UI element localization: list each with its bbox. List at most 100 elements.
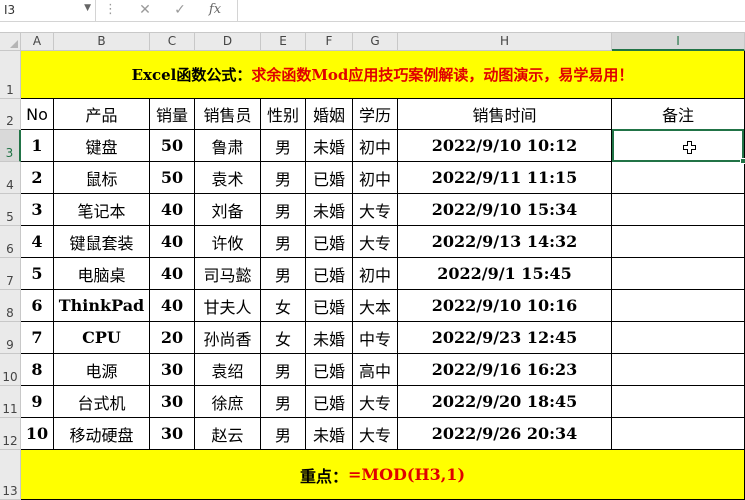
cell-product[interactable]: 电脑桌 xyxy=(54,258,150,290)
row-header-3[interactable]: 3 xyxy=(0,130,21,162)
cell-no[interactable]: 1 xyxy=(21,130,54,162)
cell-gender[interactable]: 男 xyxy=(261,418,306,450)
cell-gender[interactable]: 男 xyxy=(261,194,306,226)
enter-icon[interactable]: ✓ xyxy=(171,0,189,21)
row-header-5[interactable]: 5 xyxy=(0,194,21,226)
cell-education[interactable]: 大专 xyxy=(353,418,398,450)
row-header-9[interactable]: 9 xyxy=(0,322,21,354)
cell-no[interactable]: 8 xyxy=(21,354,54,386)
cell-product[interactable]: 键鼠套装 xyxy=(54,226,150,258)
cell-product[interactable]: 电源 xyxy=(54,354,150,386)
cell-salesperson[interactable]: 司马懿 xyxy=(195,258,261,290)
row-header-7[interactable]: 7 xyxy=(0,258,21,290)
more-options-icon[interactable]: ⋮ xyxy=(104,0,117,21)
cell-sale-time[interactable]: 2022/9/20 18:45 xyxy=(398,386,612,418)
cell-remark[interactable] xyxy=(612,162,745,194)
cell-no[interactable]: 9 xyxy=(21,386,54,418)
cell-quantity[interactable]: 30 xyxy=(150,354,195,386)
cell-quantity[interactable]: 50 xyxy=(150,130,195,162)
cell-education[interactable]: 大专 xyxy=(353,226,398,258)
cell-marital[interactable]: 未婚 xyxy=(306,418,353,450)
cell-sale-time[interactable]: 2022/9/16 16:23 xyxy=(398,354,612,386)
cell-remark[interactable] xyxy=(612,290,745,322)
cell-salesperson[interactable]: 刘备 xyxy=(195,194,261,226)
cell-salesperson[interactable]: 赵云 xyxy=(195,418,261,450)
header-cell-salesperson[interactable]: 销售员 xyxy=(195,99,261,130)
cell-no[interactable]: 5 xyxy=(21,258,54,290)
cell-no[interactable]: 3 xyxy=(21,194,54,226)
row-header-8[interactable]: 8 xyxy=(0,290,21,322)
row-header-2[interactable]: 2 xyxy=(0,99,21,130)
insert-function-icon[interactable]: fx xyxy=(205,0,225,21)
cell-salesperson[interactable]: 袁术 xyxy=(195,162,261,194)
cell-product[interactable]: ThinkPad xyxy=(54,290,150,322)
column-header-c[interactable]: C xyxy=(150,33,195,51)
cell-marital[interactable]: 未婚 xyxy=(306,130,353,162)
column-header-d[interactable]: D xyxy=(195,33,261,51)
cell-product[interactable]: 笔记本 xyxy=(54,194,150,226)
header-cell-marital[interactable]: 婚姻 xyxy=(306,99,353,130)
cell-sale-time[interactable]: 2022/9/26 20:34 xyxy=(398,418,612,450)
cell-salesperson[interactable]: 许攸 xyxy=(195,226,261,258)
cell-no[interactable]: 6 xyxy=(21,290,54,322)
row-header-11[interactable]: 11 xyxy=(0,386,21,418)
column-header-h[interactable]: H xyxy=(398,33,612,51)
cell-remark[interactable] xyxy=(612,226,745,258)
cell-salesperson[interactable]: 徐庶 xyxy=(195,386,261,418)
header-cell-gender[interactable]: 性别 xyxy=(261,99,306,130)
cell-quantity[interactable]: 20 xyxy=(150,322,195,354)
cell-product[interactable]: 键盘 xyxy=(54,130,150,162)
cell-education[interactable]: 初中 xyxy=(353,130,398,162)
cell-sale-time[interactable]: 2022/9/10 10:16 xyxy=(398,290,612,322)
cell-product[interactable]: 鼠标 xyxy=(54,162,150,194)
cell-quantity[interactable]: 40 xyxy=(150,194,195,226)
cell-gender[interactable]: 男 xyxy=(261,258,306,290)
header-cell-sale-time[interactable]: 销售时间 xyxy=(398,99,612,130)
cell-education[interactable]: 大专 xyxy=(353,386,398,418)
formula-input[interactable] xyxy=(237,0,745,21)
cell-marital[interactable]: 已婚 xyxy=(306,162,353,194)
cell-quantity[interactable]: 30 xyxy=(150,386,195,418)
column-header-a[interactable]: A xyxy=(21,33,54,51)
cell-salesperson[interactable]: 甘夫人 xyxy=(195,290,261,322)
cell-quantity[interactable]: 50 xyxy=(150,162,195,194)
header-cell-product[interactable]: 产品 xyxy=(54,99,150,130)
cell-product[interactable]: CPU xyxy=(54,322,150,354)
cell-salesperson[interactable]: 袁绍 xyxy=(195,354,261,386)
cell-sale-time[interactable]: 2022/9/10 10:12 xyxy=(398,130,612,162)
column-header-g[interactable]: G xyxy=(353,33,398,51)
cell-education[interactable]: 初中 xyxy=(353,258,398,290)
cell-remark[interactable] xyxy=(612,194,745,226)
header-cell-quantity[interactable]: 销量 xyxy=(150,99,195,130)
cell-marital[interactable]: 已婚 xyxy=(306,386,353,418)
column-header-e[interactable]: E xyxy=(261,33,306,51)
cell-remark[interactable] xyxy=(612,386,745,418)
cell-marital[interactable]: 已婚 xyxy=(306,290,353,322)
name-box-value[interactable]: I3 xyxy=(4,3,15,17)
cell-product[interactable]: 移动硬盘 xyxy=(54,418,150,450)
cell-gender[interactable]: 女 xyxy=(261,290,306,322)
cell-remark[interactable] xyxy=(612,322,745,354)
title-banner[interactable]: Excel函数公式： 求余函数Mod应用技巧案例解读，动图演示，易学易用！ xyxy=(21,51,745,99)
cell-sale-time[interactable]: 2022/9/13 14:32 xyxy=(398,226,612,258)
cancel-icon[interactable]: ✕ xyxy=(136,0,154,21)
cell-no[interactable]: 7 xyxy=(21,322,54,354)
cell-education[interactable]: 大专 xyxy=(353,194,398,226)
header-cell-remark[interactable]: 备注 xyxy=(612,99,745,130)
row-header-6[interactable]: 6 xyxy=(0,226,21,258)
cell-remark[interactable] xyxy=(612,354,745,386)
cell-salesperson[interactable]: 孙尚香 xyxy=(195,322,261,354)
cell-salesperson[interactable]: 鲁肃 xyxy=(195,130,261,162)
row-header-12[interactable]: 12 xyxy=(0,418,21,450)
row-header-13[interactable]: 13 xyxy=(0,450,21,500)
column-header-f[interactable]: F xyxy=(306,33,353,51)
column-header-i[interactable]: I xyxy=(612,33,745,51)
cell-gender[interactable]: 男 xyxy=(261,162,306,194)
header-cell-education[interactable]: 学历 xyxy=(353,99,398,130)
cell-gender[interactable]: 男 xyxy=(261,130,306,162)
cell-marital[interactable]: 已婚 xyxy=(306,258,353,290)
cell-quantity[interactable]: 40 xyxy=(150,290,195,322)
cell-marital[interactable]: 已婚 xyxy=(306,354,353,386)
select-all-button[interactable] xyxy=(0,33,21,51)
cell-gender[interactable]: 男 xyxy=(261,354,306,386)
